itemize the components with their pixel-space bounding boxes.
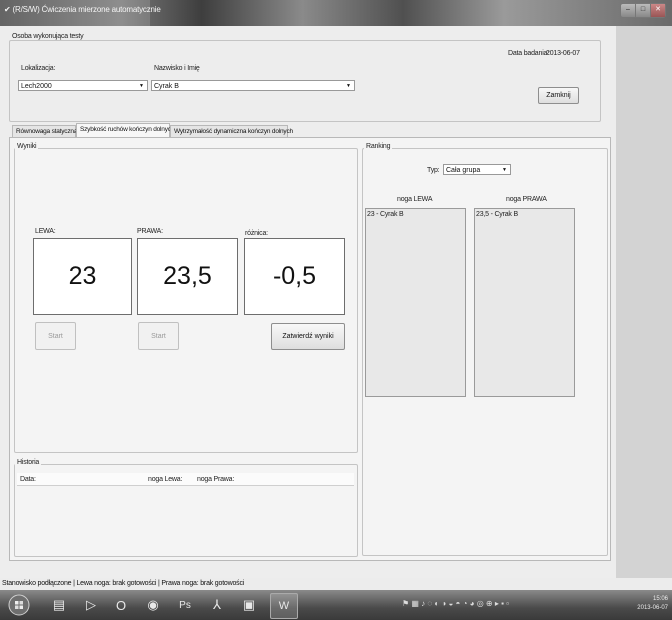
clock-date: 2013-06-07 xyxy=(637,605,668,611)
taskbar: ▤ ▷ O ◉ Ps ⅄ ▣ W ⚑ ▦ ♪ ◌ ◐ ◑ ◒ ◓ ◔ ◕ ◎ ⊕… xyxy=(0,590,672,620)
ranking-type-select[interactable]: Cała grupa ▼ xyxy=(443,164,511,175)
app-icon: ✔ xyxy=(4,5,13,14)
list-item[interactable]: 23,5 - Cyrak B xyxy=(475,209,574,218)
name-select[interactable]: Cyrak B ▼ xyxy=(151,80,355,91)
right-leg-result: 23,5 xyxy=(137,238,238,315)
window-controls: – □ ✕ xyxy=(620,3,666,18)
chevron-down-icon: ▼ xyxy=(346,83,351,89)
ranking-type-value: Cała grupa xyxy=(446,167,481,174)
status-bar: Stanowisko podłączone | Lewa noga: brak … xyxy=(0,578,672,590)
tab-static-balance[interactable]: Równowaga statyczna xyxy=(12,125,77,137)
results-group-title: Wyniki xyxy=(15,143,39,150)
chevron-down-icon: ▼ xyxy=(139,83,144,89)
start-orb-icon[interactable] xyxy=(6,593,32,617)
left-leg-label: LEWA: xyxy=(35,228,56,235)
chevron-down-icon: ▼ xyxy=(502,167,507,173)
person-group-title: Osoba wykonująca testy xyxy=(10,33,86,40)
difference-result: -0,5 xyxy=(244,238,345,315)
history-group-title: Historia xyxy=(15,459,42,466)
history-col-left: noga Lewa: xyxy=(148,476,183,483)
ranking-right-header: noga PRAWA xyxy=(506,196,547,203)
ranking-right-list[interactable]: 23,5 - Cyrak B xyxy=(474,208,575,397)
clock-time: 15:06 xyxy=(652,596,668,602)
media-player-icon[interactable]: ▷ xyxy=(78,593,104,617)
location-select[interactable]: Lech2000 ▼ xyxy=(18,80,148,91)
window-title-text: (R/S/W) Ćwiczenia mierzone automatycznie xyxy=(12,5,161,14)
minimize-button[interactable]: – xyxy=(621,4,636,17)
ranking-left-header: noga LEWA xyxy=(397,196,433,203)
difference-label: różnica: xyxy=(245,230,268,237)
location-label: Lokalizacja: xyxy=(21,65,56,72)
name-label: Nazwisko i Imię xyxy=(154,65,200,72)
start-right-button[interactable]: Start xyxy=(138,322,179,350)
name-value: Cyrak B xyxy=(154,83,179,90)
ranking-group-title: Ranking xyxy=(364,143,393,150)
maximize-button[interactable]: □ xyxy=(636,4,651,17)
left-leg-result: 23 xyxy=(33,238,132,315)
history-col-right: noga Prawa: xyxy=(197,476,235,483)
acrobat-icon[interactable]: ⅄ xyxy=(204,593,230,617)
title-bar: ✔ (R/S/W) Ćwiczenia mierzone automatyczn… xyxy=(0,0,672,26)
desktop-strip xyxy=(616,26,672,578)
date-value: 2013-06-07 xyxy=(546,50,580,57)
photoshop-icon[interactable]: Ps xyxy=(172,593,198,617)
list-item[interactable]: 23 - Cyrak B xyxy=(366,209,465,218)
window-title: ✔ (R/S/W) Ćwiczenia mierzone automatyczn… xyxy=(4,5,161,14)
tab-leg-speed[interactable]: Szybkość ruchów kończyn dolnych xyxy=(76,123,174,138)
tab-dynamic-endurance[interactable]: Wytrzymałość dynamiczna kończyn dolnych xyxy=(170,125,293,137)
close-button[interactable]: Zamknij xyxy=(538,87,579,104)
opera-icon[interactable]: O xyxy=(108,593,134,617)
confirm-results-button[interactable]: Zatwierdź wyniki xyxy=(271,323,345,350)
right-leg-label: PRAWA: xyxy=(137,228,163,235)
app-window-icon[interactable]: ▣ xyxy=(236,593,262,617)
clock[interactable]: 15:06 2013-06-07 xyxy=(637,595,668,613)
history-table-header xyxy=(17,473,354,486)
word-icon[interactable]: W xyxy=(270,593,298,619)
tray-icons: ⚑ ▦ ♪ ◌ ◐ ◑ ◒ ◓ ◔ ◕ ◎ ⊕ ▸ ▪ ▫ xyxy=(402,599,509,608)
date-label: Data badania: xyxy=(508,50,549,57)
ranking-type-label: Typ: xyxy=(427,167,440,174)
start-left-button[interactable]: Start xyxy=(35,322,76,350)
chrome-icon[interactable]: ◉ xyxy=(140,593,166,617)
history-col-date: Data: xyxy=(20,476,36,483)
close-window-button[interactable]: ✕ xyxy=(651,4,665,17)
location-value: Lech2000 xyxy=(21,83,52,90)
explorer-icon[interactable]: ▤ xyxy=(46,593,72,617)
ranking-left-list[interactable]: 23 - Cyrak B xyxy=(365,208,466,397)
